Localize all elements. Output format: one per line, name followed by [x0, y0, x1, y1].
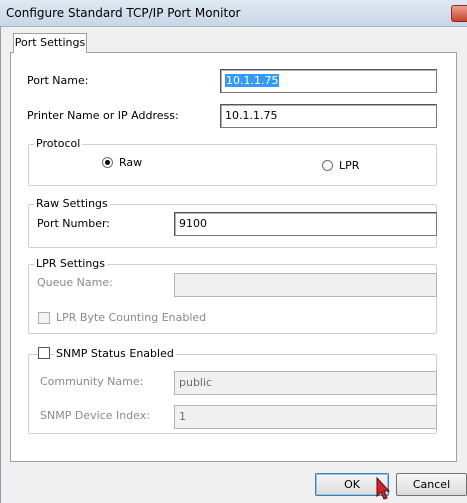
community-name-input[interactable]: public [174, 371, 437, 395]
community-name-label: Community Name: [40, 375, 144, 388]
queue-name-label: Queue Name: [37, 276, 113, 289]
port-name-value: 10.1.1.75 [225, 74, 280, 87]
protocol-group-title: Protocol [34, 137, 83, 150]
community-name-value: public [179, 376, 213, 389]
device-index-label: SNMP Device Index: [40, 409, 150, 422]
port-name-input[interactable]: 10.1.1.75 [220, 69, 437, 93]
tab-port-settings[interactable]: Port Settings [13, 33, 87, 53]
title-bar: Configure Standard TCP/IP Port Monitor [0, 0, 467, 27]
snmp-enabled-checkbox[interactable] [38, 347, 50, 359]
printer-address-label: Printer Name or IP Address: [27, 109, 179, 122]
raw-radio[interactable] [102, 157, 113, 168]
queue-name-input[interactable] [174, 273, 437, 297]
port-number-value: 9100 [179, 217, 207, 230]
lpr-byte-counting-label: LPR Byte Counting Enabled [56, 311, 207, 324]
lpr-radio[interactable] [322, 160, 333, 171]
close-icon[interactable] [451, 5, 467, 22]
snmp-enabled-label[interactable]: SNMP Status Enabled [54, 347, 176, 360]
protocol-group [28, 144, 437, 186]
raw-settings-group-title: Raw Settings [34, 197, 110, 210]
raw-radio-label[interactable]: Raw [119, 156, 142, 169]
mouse-pointer-icon [376, 477, 391, 500]
window-title: Configure Standard TCP/IP Port Monitor [6, 6, 241, 20]
port-name-label: Port Name: [27, 74, 89, 87]
port-number-label: Port Number: [37, 217, 111, 230]
cancel-button[interactable]: Cancel [396, 473, 467, 496]
printer-address-value: 10.1.1.75 [225, 109, 278, 122]
lpr-settings-group-title: LPR Settings [34, 257, 108, 270]
port-number-input[interactable]: 9100 [174, 212, 437, 236]
device-index-input[interactable]: 1 [174, 405, 437, 429]
device-index-value: 1 [179, 410, 186, 423]
lpr-radio-label[interactable]: LPR [339, 159, 359, 172]
printer-address-input[interactable]: 10.1.1.75 [220, 104, 437, 128]
lpr-byte-counting-checkbox[interactable] [38, 312, 50, 324]
